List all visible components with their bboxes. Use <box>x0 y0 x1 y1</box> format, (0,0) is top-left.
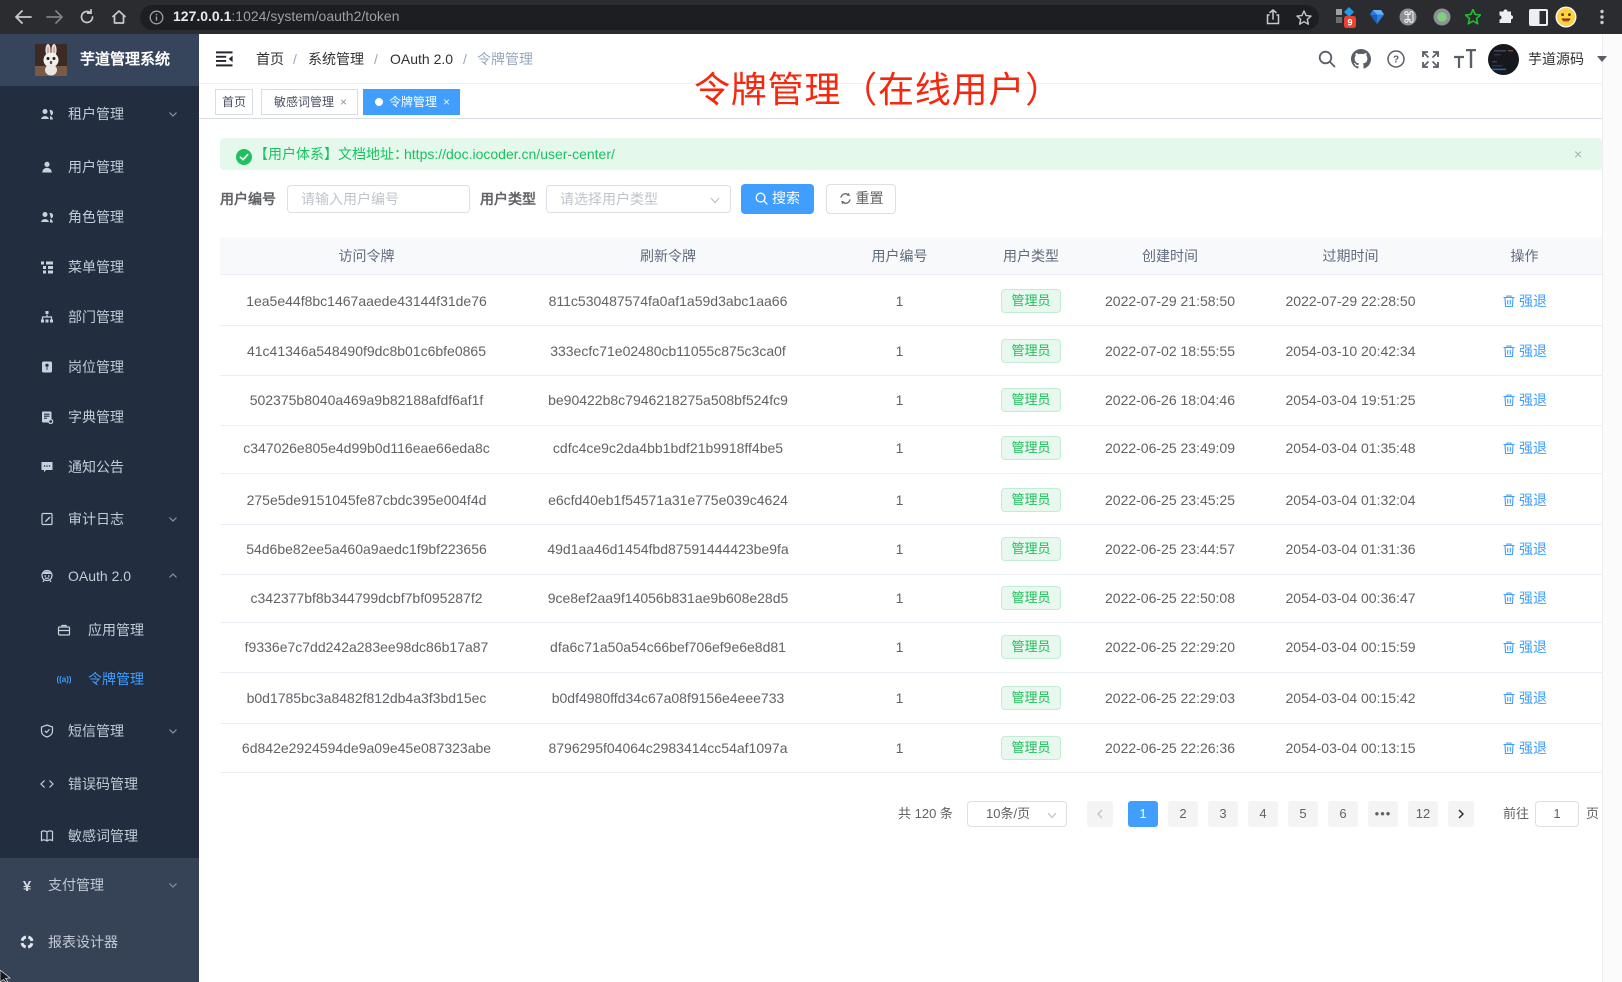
svg-text:9: 9 <box>1347 18 1352 28</box>
svg-text:((a)): ((a)) <box>57 675 71 684</box>
svg-text:¥: ¥ <box>23 878 32 892</box>
svg-text:?: ? <box>1393 55 1399 66</box>
